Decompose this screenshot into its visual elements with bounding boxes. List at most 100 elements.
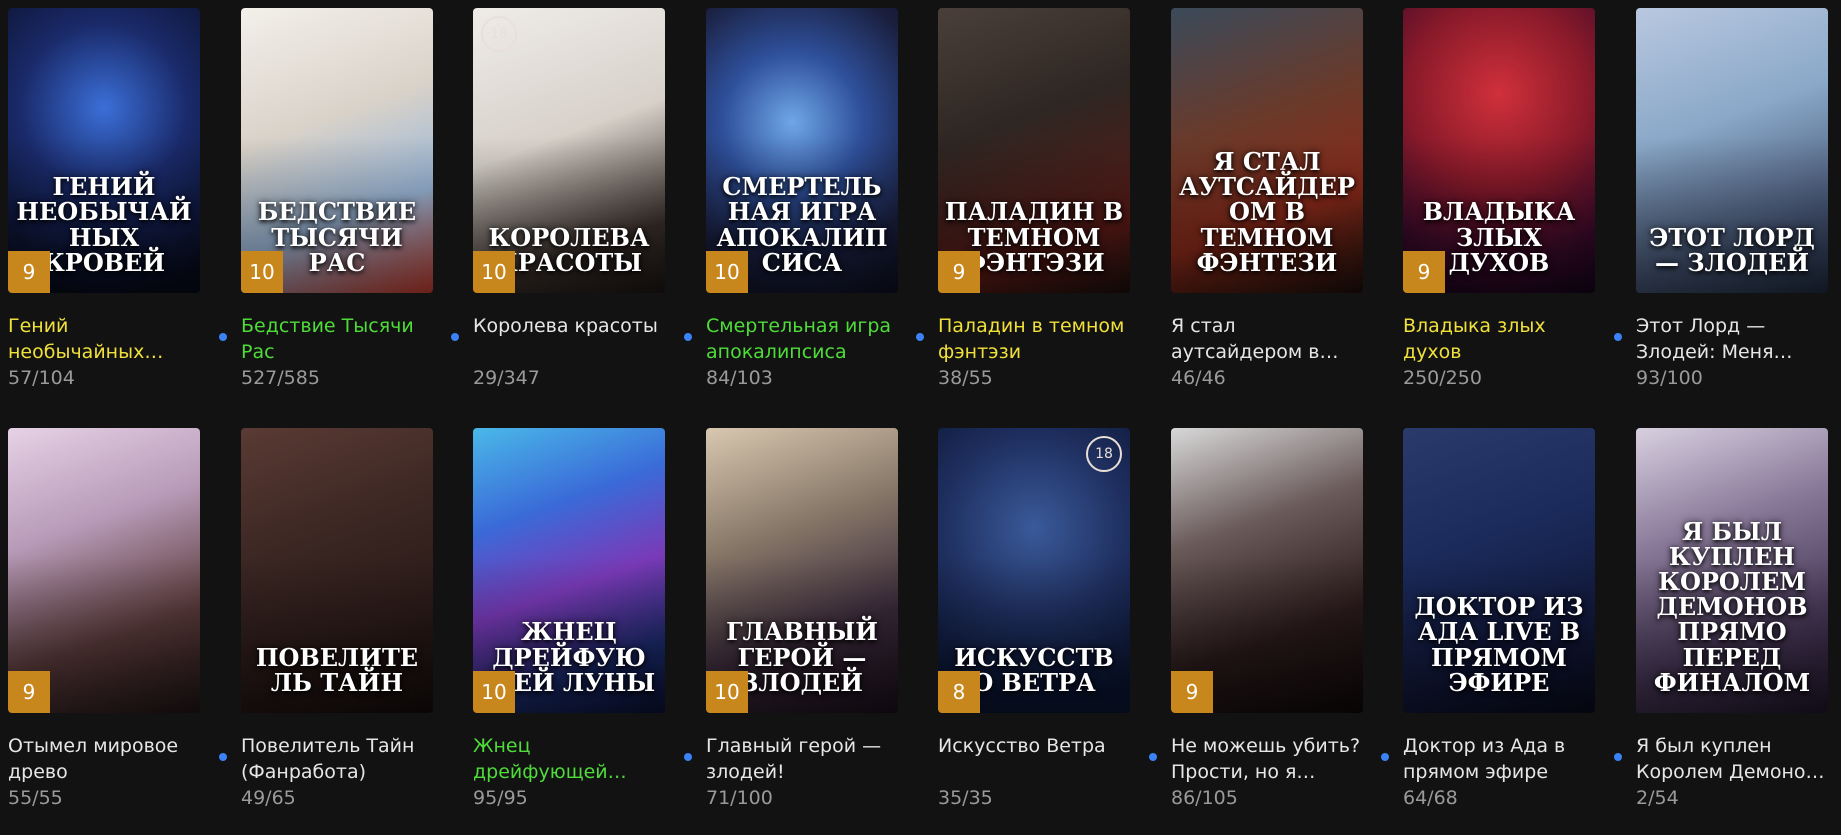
card-info: Не можешь убить? Прости, но я… 86/105: [1149, 733, 1363, 811]
cover-image[interactable]: 9: [1171, 428, 1363, 713]
title-card[interactable]: 9 Отымел мировое древо 55/55: [8, 428, 200, 811]
card-title[interactable]: Я стал аутсайдером в…: [1171, 313, 1363, 365]
card-title[interactable]: Отымел мировое древо: [8, 733, 200, 785]
title-card[interactable]: Гений необычайных кровей 9 Гений необычайн…: [8, 8, 200, 391]
title-card[interactable]: Паладин в темном фэнтэзи 9 Паладин в темно…: [916, 8, 1130, 391]
cover-image[interactable]: Я стал аутсайдером в темном фэнтези: [1171, 8, 1363, 293]
card-info: Королева красоты 29/347: [451, 313, 665, 391]
card-info: Отымел мировое древо 55/55: [8, 733, 200, 811]
card-info: Этот Лорд — Злодей: Меня все…93/100: [1614, 313, 1828, 391]
title-card[interactable]: Главный герой — злодей 10 Главный герой — …: [684, 428, 898, 811]
unread-dot-icon: [1149, 753, 1157, 761]
cover-image[interactable]: Бедствие Тысячи Рас 10: [241, 8, 433, 293]
card-info: Я стал аутсайдером в… 46/46: [1171, 313, 1363, 391]
cover-image[interactable]: Королева красоты 18 10: [473, 8, 665, 293]
card-title[interactable]: Жнец дрейфующей Луны: [473, 733, 665, 785]
title-card[interactable]: Королева красоты 18 10 Королева красоты 29/3…: [451, 8, 665, 391]
card-info: Искусство Ветра 35/35: [938, 733, 1130, 811]
card-title[interactable]: Гений необычайных кровей: [8, 313, 200, 365]
chapter-progress: 250/250: [1403, 367, 1482, 389]
cover-image[interactable]: Владыка злых духов 9: [1403, 8, 1595, 293]
chapter-progress: 84/103: [706, 367, 773, 389]
title-card[interactable]: Я стал аутсайдером в темном фэнтези Я ста…: [1171, 8, 1363, 391]
card-title[interactable]: Доктор из Ада в прямом эфире: [1403, 733, 1595, 785]
cover-title: Я стал аутсайдером в темном фэнтези: [1179, 147, 1355, 277]
rating-badge: 9: [938, 251, 980, 293]
cover-image[interactable]: Повелитель Тайн: [241, 428, 433, 713]
cover-image[interactable]: Этот лорд — злодей: [1636, 8, 1828, 293]
card-info: Повелитель Тайн (Фанработа) 49/65: [219, 733, 433, 811]
card-title[interactable]: Этот Лорд — Злодей: Меня все…: [1636, 313, 1828, 365]
title-card[interactable]: Искусство ветра 18 8 Искусство Ветра 35/35: [938, 428, 1130, 811]
cover-image[interactable]: Паладин в темном фэнтэзи 9: [938, 8, 1130, 293]
unread-dot-icon: [684, 753, 692, 761]
title-card[interactable]: Смертельная игра апокалипсиса 10 Смертельн…: [684, 8, 898, 391]
chapter-progress: 93/100: [1636, 367, 1703, 389]
chapter-progress: 55/55: [8, 787, 63, 809]
chapter-progress: 46/46: [1171, 367, 1226, 389]
rating-badge: 9: [1403, 251, 1445, 293]
title-card[interactable]: Владыка злых духов 9 Владыка злых духов 250…: [1403, 8, 1595, 391]
card-info: Доктор из Ада в прямом эфире 64/68: [1381, 733, 1595, 811]
cover-image[interactable]: Смертельная игра апокалипсиса 10: [706, 8, 898, 293]
rating-badge: 10: [706, 251, 748, 293]
unread-dot-icon: [1614, 333, 1622, 341]
cover-image[interactable]: Доктор из ада live в прямом эфире: [1403, 428, 1595, 713]
card-title[interactable]: Я был куплен Королем Демоно…: [1636, 733, 1828, 785]
rating-badge: 8: [938, 671, 980, 713]
card-title[interactable]: Смертельная игра апокалипсиса: [706, 313, 898, 365]
rating-badge: 10: [706, 671, 748, 713]
rating-badge: 10: [473, 251, 515, 293]
rating-badge: 10: [473, 671, 515, 713]
card-info: Жнец дрейфующей Луны95/95: [473, 733, 665, 811]
card-info: Гений необычайных кровей57/104: [8, 313, 200, 391]
card-title[interactable]: Искусство Ветра: [938, 733, 1130, 785]
cover-image[interactable]: Искусство ветра 18 8: [938, 428, 1130, 713]
rating-badge: 9: [8, 251, 50, 293]
card-title[interactable]: Бедствие Тысячи Рас: [241, 313, 433, 365]
unread-dot-icon: [451, 333, 459, 341]
unread-dot-icon: [219, 753, 227, 761]
rating-badge: 9: [1171, 671, 1213, 713]
card-info: Владыка злых духов 250/250: [1403, 313, 1595, 391]
card-title[interactable]: Повелитель Тайн (Фанработа): [241, 733, 433, 785]
cover-image[interactable]: Гений необычайных кровей 9: [8, 8, 200, 293]
chapter-progress: 35/35: [938, 787, 993, 809]
card-title[interactable]: Паладин в темном фэнтэзи: [938, 313, 1130, 365]
card-title[interactable]: Владыка злых духов: [1403, 313, 1595, 365]
unread-dot-icon: [916, 333, 924, 341]
chapter-progress: 86/105: [1171, 787, 1238, 809]
cover-title: Этот лорд — злодей: [1649, 222, 1815, 277]
unread-dot-icon: [219, 333, 227, 341]
title-card[interactable]: Я был куплен королем демонов прямо перед…: [1614, 428, 1828, 811]
title-card[interactable]: Повелитель Тайн Повелитель Тайн (Фанработ…: [219, 428, 433, 811]
cover-title: Доктор из ада live в прямом эфире: [1414, 592, 1584, 697]
chapter-progress: 95/95: [473, 787, 528, 809]
cover-image[interactable]: Я был куплен королем демонов прямо перед…: [1636, 428, 1828, 713]
title-card[interactable]: Бедствие Тысячи Рас 10 Бедствие Тысячи Рас…: [219, 8, 433, 391]
cover-image[interactable]: Главный герой — злодей 10: [706, 428, 898, 713]
title-card[interactable]: Доктор из ада live в прямом эфире Доктор …: [1381, 428, 1595, 811]
cover-title: Повелитель Тайн: [255, 642, 419, 697]
card-info: Смертельная игра апокалипсиса 84/103: [684, 313, 898, 391]
cover-image[interactable]: Жнец дрейфующей луны 10: [473, 428, 665, 713]
chapter-progress: 71/100: [706, 787, 773, 809]
unread-dot-icon: [1381, 753, 1389, 761]
chapter-progress: 49/65: [241, 787, 296, 809]
unread-dot-icon: [1614, 753, 1622, 761]
card-info: Паладин в темном фэнтэзи 38/55: [916, 313, 1130, 391]
card-title[interactable]: Королева красоты: [473, 313, 665, 365]
unread-dot-icon: [684, 333, 692, 341]
cover-title: Я был куплен королем демонов прямо перед…: [1653, 516, 1811, 697]
title-card[interactable]: Жнец дрейфующей луны10 Жнец дрейфующей Лу…: [473, 428, 665, 811]
chapter-progress: 38/55: [938, 367, 993, 389]
chapter-progress: 64/68: [1403, 787, 1458, 809]
title-card[interactable]: Этот лорд — злодей Этот Лорд — Злодей: Ме…: [1614, 8, 1828, 391]
rating-badge: 9: [8, 671, 50, 713]
title-card[interactable]: 9 Не можешь убить? Прости, но я… 86/105: [1149, 428, 1363, 811]
card-title[interactable]: Не можешь убить? Прости, но я…: [1171, 733, 1363, 785]
cover-image[interactable]: 9: [8, 428, 200, 713]
card-title[interactable]: Главный герой — злодей!: [706, 733, 898, 785]
chapter-progress: 527/585: [241, 367, 320, 389]
card-info: Я был куплен Королем Демоно… 2/54: [1614, 733, 1828, 811]
